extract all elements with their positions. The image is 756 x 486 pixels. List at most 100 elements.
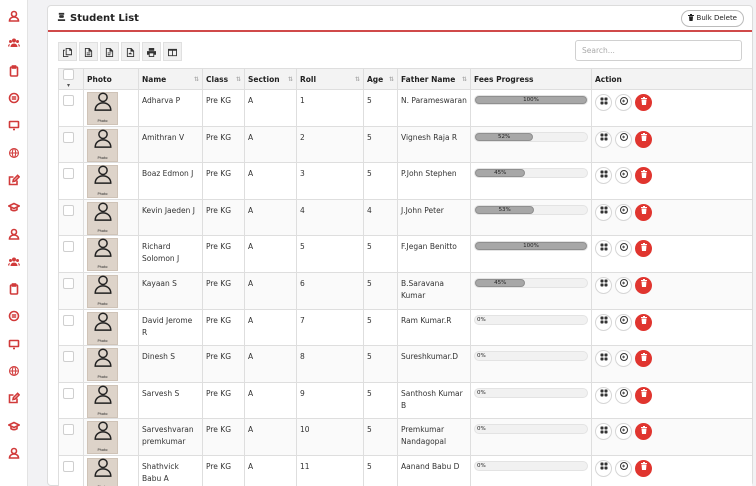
action-cell bbox=[591, 345, 752, 383]
row-checkbox[interactable] bbox=[63, 241, 74, 253]
view-details-button[interactable] bbox=[595, 350, 612, 368]
open-button[interactable] bbox=[615, 386, 632, 404]
user-icon[interactable] bbox=[6, 445, 22, 461]
row-checkbox[interactable] bbox=[63, 131, 74, 143]
bulk-delete-button[interactable]: Bulk Delete bbox=[680, 9, 744, 27]
header-1[interactable]: Photo bbox=[83, 68, 139, 90]
view-details-button[interactable] bbox=[595, 423, 612, 441]
header-4[interactable]: Section ⇅ bbox=[244, 68, 297, 90]
header-9[interactable]: Action bbox=[591, 68, 752, 90]
row-checkbox[interactable] bbox=[63, 314, 74, 326]
delete-button[interactable] bbox=[635, 167, 652, 185]
copy-button[interactable] bbox=[58, 42, 77, 61]
monitor-icon[interactable] bbox=[6, 117, 22, 133]
open-button[interactable] bbox=[615, 94, 632, 111]
edit-icon[interactable] bbox=[6, 172, 22, 188]
clipboard-icon[interactable] bbox=[6, 63, 22, 79]
view-details-button[interactable] bbox=[595, 130, 612, 148]
csv-button[interactable] bbox=[79, 42, 98, 61]
progress-label: 100% bbox=[523, 97, 539, 103]
users-icon[interactable] bbox=[6, 254, 22, 270]
age-cell: 5 bbox=[363, 345, 398, 383]
open-button[interactable] bbox=[615, 240, 632, 258]
select-all-checkbox[interactable] bbox=[63, 69, 74, 80]
graduation-icon[interactable] bbox=[6, 418, 22, 434]
delete-button[interactable] bbox=[635, 350, 652, 368]
avatar-icon bbox=[92, 419, 114, 445]
view-details-button[interactable] bbox=[595, 240, 612, 258]
view-details-button[interactable] bbox=[595, 276, 612, 294]
header-8[interactable]: Fees Progress bbox=[470, 68, 592, 90]
row-checkbox[interactable] bbox=[63, 204, 74, 216]
delete-button[interactable] bbox=[635, 459, 652, 477]
message-icon[interactable] bbox=[6, 90, 22, 106]
header-select-all[interactable]: ▾ bbox=[58, 68, 84, 90]
header-5[interactable]: Roll ⇅ bbox=[296, 68, 364, 90]
class-cell: Pre KG bbox=[202, 454, 245, 486]
progress-label: 0% bbox=[477, 353, 486, 360]
open-button[interactable] bbox=[615, 203, 632, 221]
class-cell: Pre KG bbox=[202, 381, 245, 420]
view-details-button[interactable] bbox=[595, 386, 612, 404]
delete-button[interactable] bbox=[635, 423, 652, 441]
trash-icon bbox=[640, 389, 648, 401]
pdf-button[interactable] bbox=[121, 42, 140, 61]
graduation-icon[interactable] bbox=[6, 199, 22, 215]
action-cell bbox=[591, 454, 752, 486]
delete-button[interactable] bbox=[635, 94, 652, 111]
open-button[interactable] bbox=[615, 459, 632, 477]
header-3[interactable]: Class ⇅ bbox=[202, 68, 245, 90]
users-icon[interactable] bbox=[6, 35, 22, 51]
globe-icon[interactable] bbox=[6, 145, 22, 161]
delete-button[interactable] bbox=[635, 276, 652, 294]
open-button[interactable] bbox=[615, 276, 632, 294]
open-button[interactable] bbox=[615, 130, 632, 148]
open-button[interactable] bbox=[615, 423, 632, 441]
view-details-button[interactable] bbox=[595, 203, 612, 221]
delete-button[interactable] bbox=[635, 386, 652, 404]
photo-cell: Photo bbox=[83, 89, 139, 127]
roll-cell: 6 bbox=[296, 271, 364, 310]
clipboard-icon[interactable] bbox=[6, 281, 22, 297]
delete-button[interactable] bbox=[635, 203, 652, 221]
row-checkbox[interactable] bbox=[63, 168, 74, 180]
open-button[interactable] bbox=[615, 167, 632, 185]
open-button[interactable] bbox=[615, 350, 632, 368]
row-checkbox[interactable] bbox=[63, 351, 74, 363]
row-select-cell bbox=[58, 89, 84, 127]
search-input[interactable] bbox=[575, 40, 742, 61]
section-cell: A bbox=[244, 381, 297, 420]
father-name-cell: J.John Peter bbox=[397, 198, 471, 237]
delete-button[interactable] bbox=[635, 240, 652, 258]
view-details-button[interactable] bbox=[595, 313, 612, 331]
edit-icon[interactable] bbox=[6, 390, 22, 406]
name-cell: Shathvick Babu A bbox=[138, 454, 203, 486]
view-details-button[interactable] bbox=[595, 167, 612, 185]
view-details-button[interactable] bbox=[595, 459, 612, 477]
header-6[interactable]: Age ⇅ bbox=[363, 68, 398, 90]
excel-button[interactable] bbox=[100, 42, 119, 61]
arrow-circle-icon bbox=[619, 462, 628, 474]
fees-progress-bar: 45% bbox=[474, 277, 588, 288]
open-button[interactable] bbox=[615, 313, 632, 331]
header-7[interactable]: Father Name ⇅ bbox=[397, 68, 471, 90]
print-button[interactable] bbox=[142, 42, 161, 61]
fees-progress-bar: 0% bbox=[474, 351, 588, 362]
monitor-icon[interactable] bbox=[6, 336, 22, 352]
row-checkbox[interactable] bbox=[63, 387, 74, 399]
photo-cell: Photo bbox=[83, 198, 139, 237]
delete-button[interactable] bbox=[635, 130, 652, 148]
columns-button[interactable] bbox=[163, 42, 182, 61]
globe-icon[interactable] bbox=[6, 363, 22, 379]
row-checkbox[interactable] bbox=[63, 424, 74, 436]
row-checkbox[interactable] bbox=[63, 460, 74, 472]
row-checkbox[interactable] bbox=[63, 95, 74, 106]
student-photo: Photo bbox=[87, 92, 118, 125]
message-icon[interactable] bbox=[6, 308, 22, 324]
view-details-button[interactable] bbox=[595, 94, 612, 111]
header-2[interactable]: Name ⇅ bbox=[138, 68, 203, 90]
user-icon[interactable] bbox=[6, 226, 22, 242]
row-checkbox[interactable] bbox=[63, 277, 74, 289]
user-icon[interactable] bbox=[6, 8, 22, 24]
delete-button[interactable] bbox=[635, 313, 652, 331]
